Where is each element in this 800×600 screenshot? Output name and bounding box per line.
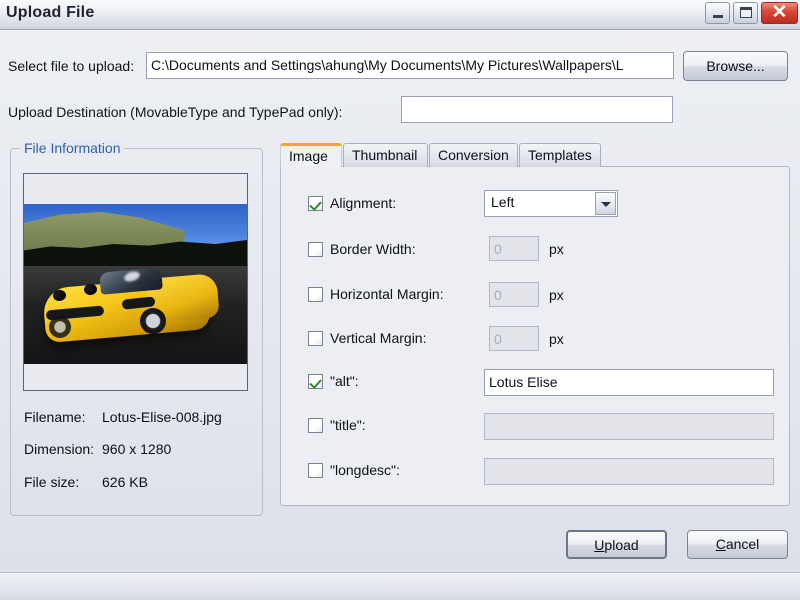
preview-letterbox-bottom	[24, 364, 247, 390]
horizontal-margin-checkbox[interactable]	[308, 287, 323, 302]
window-title: Upload File	[6, 4, 95, 21]
vertical-margin-checkbox[interactable]	[308, 331, 323, 346]
window-controls: ✕	[705, 2, 798, 24]
select-file-label: Select file to upload:	[8, 58, 135, 74]
file-info-key-dimension: Dimension:	[24, 441, 95, 457]
cancel-button-rest: ancel	[725, 536, 760, 552]
upload-button-rest: pload	[604, 537, 639, 553]
tab-conversion-label: Conversion	[438, 147, 509, 163]
preview-letterbox-top	[24, 174, 247, 204]
alt-input[interactable]: Lotus Elise	[484, 369, 774, 396]
title-bar: Upload File ✕	[0, 0, 800, 30]
tab-thumbnail[interactable]: Thumbnail	[343, 143, 428, 167]
border-width-checkbox[interactable]	[308, 242, 323, 257]
alt-checkbox[interactable]	[308, 374, 323, 389]
preview-car-wheel-front	[139, 308, 166, 334]
longdesc-input[interactable]	[484, 458, 774, 485]
cancel-accesskey: C	[715, 536, 726, 552]
border-width-unit: px	[549, 241, 564, 257]
tab-conversion[interactable]: Conversion	[429, 143, 518, 167]
tab-templates-label: Templates	[528, 147, 592, 163]
browse-button-label: Browse...	[706, 58, 765, 74]
alignment-select-value: Left	[491, 194, 515, 210]
alignment-select[interactable]: Left	[484, 190, 618, 217]
title-checkbox[interactable]	[308, 418, 323, 433]
file-info-value-filesize: 626 KB	[102, 474, 148, 490]
horizontal-margin-input[interactable]: 0	[489, 282, 539, 307]
minimize-icon	[713, 15, 723, 18]
tab-templates[interactable]: Templates	[519, 143, 601, 167]
chevron-down-icon[interactable]	[595, 192, 616, 215]
alt-label: "alt":	[330, 373, 359, 389]
title-input[interactable]	[484, 413, 774, 440]
maximize-icon	[740, 7, 752, 18]
file-info-value-dimension: 960 x 1280	[102, 441, 172, 457]
minimize-button[interactable]	[705, 2, 730, 24]
upload-accesskey: U	[594, 537, 605, 553]
upload-button-label: Upload	[568, 532, 665, 559]
title-label: "title":	[330, 417, 366, 433]
file-info-row-filename: Filename: Lotus-Elise-008.jpg	[24, 409, 222, 425]
close-button[interactable]: ✕	[761, 2, 798, 24]
cancel-button[interactable]: Cancel	[687, 530, 788, 559]
tab-thumbnail-label: Thumbnail	[352, 147, 418, 163]
cancel-button-label: Cancel	[688, 531, 787, 558]
preview-car-wheel-rear	[48, 316, 71, 338]
vertical-margin-label: Vertical Margin:	[330, 330, 427, 346]
file-info-key-filesize: File size:	[24, 474, 80, 490]
tab-image-label: Image	[289, 148, 328, 164]
status-bar	[0, 572, 800, 600]
vertical-margin-input[interactable]: 0	[489, 326, 539, 351]
border-width-label: Border Width:	[330, 241, 416, 257]
upload-file-dialog: Upload File ✕ Select file to upload: C:\…	[0, 0, 800, 600]
longdesc-label: "longdesc":	[330, 462, 400, 478]
preview-photo	[24, 204, 247, 364]
file-info-key-filename: Filename:	[24, 409, 86, 425]
image-preview	[23, 173, 248, 391]
file-path-input[interactable]: C:\Documents and Settings\ahung\My Docum…	[146, 52, 674, 79]
vertical-margin-unit: px	[549, 331, 564, 347]
upload-destination-label: Upload Destination (MovableType and Type…	[8, 104, 343, 120]
maximize-button[interactable]	[733, 2, 758, 24]
file-information-title: File Information	[20, 140, 125, 156]
horizontal-margin-unit: px	[549, 287, 564, 303]
file-info-value-filename: Lotus-Elise-008.jpg	[102, 409, 222, 425]
longdesc-checkbox[interactable]	[308, 463, 323, 478]
close-icon: ✕	[771, 2, 788, 23]
alignment-checkbox[interactable]	[308, 196, 323, 211]
horizontal-margin-label: Horizontal Margin:	[330, 286, 444, 302]
tab-image[interactable]: Image	[280, 143, 342, 167]
file-info-row-filesize: File size: 626 KB	[24, 474, 148, 490]
browse-button[interactable]: Browse...	[683, 51, 788, 81]
alignment-label: Alignment:	[330, 195, 397, 211]
upload-destination-input[interactable]	[401, 96, 673, 123]
border-width-input[interactable]: 0	[489, 236, 539, 261]
upload-button[interactable]: Upload	[566, 530, 667, 559]
file-info-row-dimension: Dimension: 960 x 1280	[24, 441, 171, 457]
